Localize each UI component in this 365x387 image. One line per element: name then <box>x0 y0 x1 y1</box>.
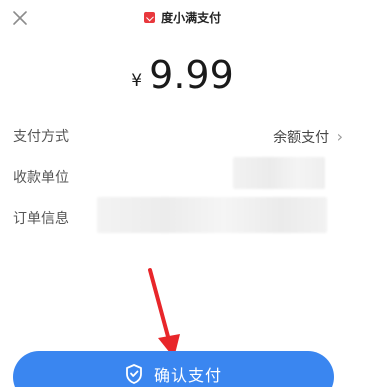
payment-method-selector[interactable]: 余额支付 › <box>273 127 343 148</box>
brand-name: 度小满支付 <box>161 11 222 25</box>
payee-redacted <box>233 157 325 189</box>
confirm-payment-label: 确认支付 <box>154 366 223 385</box>
chevron-right-icon: › <box>336 127 343 146</box>
brand-header: 度小满支付 <box>0 10 365 26</box>
order-info-label: 订单信息 <box>13 211 69 227</box>
payment-method-value: 余额支付 <box>273 130 330 146</box>
payment-sheet: 度小满支付 ¥ 9.99 支付方式 余额支付 › 收款单位 订单信息 确认支付 <box>0 0 365 387</box>
payment-method-row: 支付方式 余额支付 › <box>13 127 343 147</box>
payee-label: 收款单位 <box>13 170 69 186</box>
confirm-payment-button[interactable]: 确认支付 <box>13 351 334 387</box>
order-info-row: 订单信息 <box>13 197 339 233</box>
amount-value: 9.99 <box>149 53 234 97</box>
payment-amount: ¥ 9.99 <box>0 50 365 108</box>
annotation-arrow-icon <box>148 268 180 358</box>
payment-method-label: 支付方式 <box>13 129 69 145</box>
shield-icon <box>126 364 142 384</box>
order-info-redacted <box>97 197 327 233</box>
payee-row: 收款单位 <box>13 157 339 189</box>
currency-symbol: ¥ <box>131 71 143 91</box>
duxiaoman-logo-icon <box>143 12 155 23</box>
